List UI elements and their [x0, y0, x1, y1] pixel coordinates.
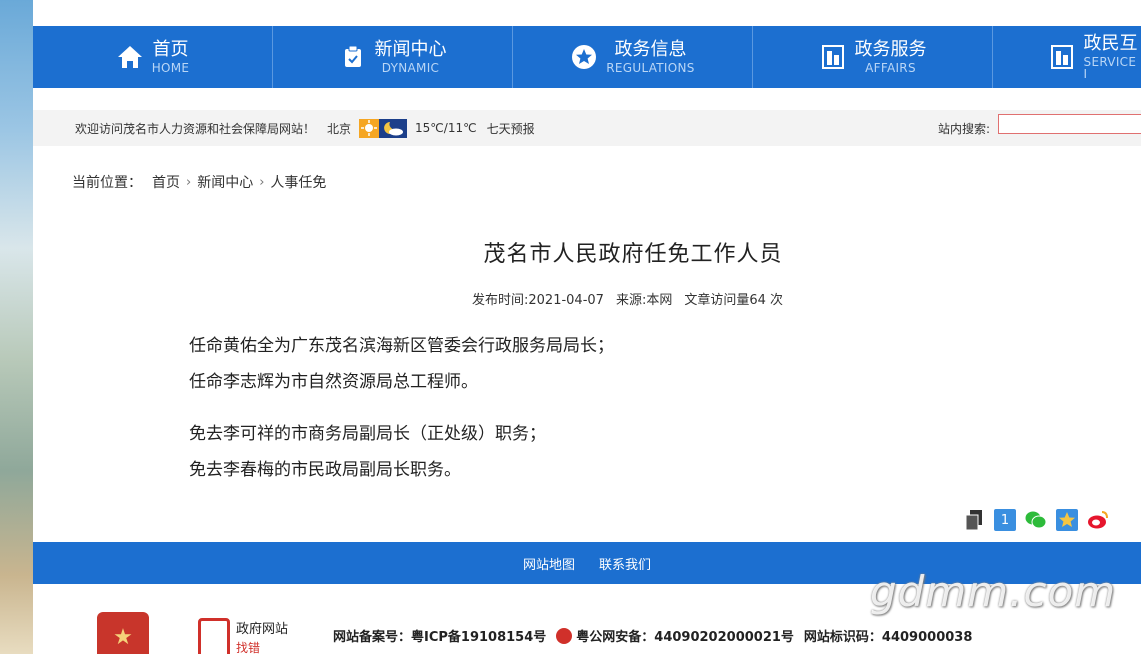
- nav-item-news[interactable]: 新闻中心 DYNAMIC: [273, 26, 513, 88]
- info-bar: 欢迎访问茂名市人力资源和社会保障局网站！ 北京 15℃/11℃ 七天预报 站内搜…: [33, 110, 1141, 146]
- breadcrumb: 当前位置： 首页 › 新闻中心 › 人事任免: [72, 172, 326, 192]
- article-source: 来源:本网: [615, 293, 673, 308]
- qzone-icon[interactable]: [1056, 509, 1078, 531]
- building-icon: [819, 43, 847, 71]
- weibo-icon[interactable]: [1087, 509, 1109, 531]
- star-icon: [570, 43, 598, 71]
- nav-item-service[interactable]: 政民互 SERVICE I: [993, 26, 1141, 88]
- main-nav: 首页 HOME 新闻中心 DYNAMIC 政务信息 REGULATIONS 政务…: [33, 26, 1141, 88]
- gov-site-label: 政府网站: [236, 622, 289, 637]
- emblem-icon: ★: [97, 612, 149, 654]
- share-bar: 1: [963, 509, 1118, 531]
- breadcrumb-label: 当前位置：: [72, 175, 142, 191]
- watermark: gdmm.com: [870, 567, 1117, 616]
- chevron-right-icon: ›: [186, 174, 192, 190]
- icp-number: 网站备案号：粤ICP备19108154号: [333, 630, 547, 645]
- footer-info: 网站备案号：粤ICP备19108154号 粤公网安备：4409020200002…: [333, 626, 982, 645]
- site-id: 网站标识码：4409000038: [803, 630, 973, 645]
- search-input[interactable]: [998, 114, 1141, 134]
- top-margin: [33, 0, 1141, 26]
- wechat-icon[interactable]: [1025, 509, 1047, 531]
- clipboard-icon: [339, 43, 367, 71]
- paragraph: 免去李春梅的市民政局副局长职务。: [189, 460, 461, 480]
- police-record: 粤公网安备：44090202000021号: [576, 630, 794, 645]
- welcome-text: 欢迎访问茂名市人力资源和社会保障局网站！: [75, 121, 316, 136]
- nav-item-regulations[interactable]: 政务信息 REGULATIONS: [513, 26, 753, 88]
- sun-icon: [359, 118, 380, 138]
- print-icon[interactable]: [963, 509, 985, 531]
- nav-item-home[interactable]: 首页 HOME: [33, 26, 273, 88]
- nav-label: 政民互 SERVICE I: [1083, 32, 1138, 81]
- forecast-link[interactable]: 七天预报: [487, 120, 535, 137]
- moon-cloud-icon: [379, 118, 408, 138]
- chevron-right-icon: ›: [259, 174, 265, 190]
- view-count: 文章访问量64 次: [684, 293, 784, 308]
- nav-label: 政务服务 AFFAIRS: [854, 38, 927, 75]
- background-decoration: [0, 0, 33, 654]
- breadcrumb-home[interactable]: 首页: [152, 172, 180, 192]
- gov-site-badge[interactable]: 政府网站 找错: [198, 618, 288, 654]
- publish-date: 发布时间:2021-04-07: [472, 293, 604, 308]
- find-error-label: 找错: [236, 641, 261, 654]
- nav-label: 新闻中心 DYNAMIC: [374, 38, 447, 75]
- nav-label: 政务信息 REGULATIONS: [606, 38, 695, 75]
- police-badge-icon: [556, 627, 573, 644]
- building-icon: [1049, 43, 1076, 71]
- baidu-icon[interactable]: 1: [994, 509, 1016, 531]
- search-icon: [198, 618, 230, 654]
- paragraph: 任命黄佑全为广东茂名滨海新区管委会行政服务局局长；: [189, 336, 614, 356]
- paragraph: 任命李志辉为市自然资源局总工程师。: [189, 372, 478, 392]
- home-icon: [116, 43, 144, 71]
- breadcrumb-current[interactable]: 人事任免: [270, 172, 326, 192]
- paragraph: 免去李可祥的市商务局副局长（正处级）职务；: [189, 424, 546, 444]
- page-title: 茂名市人民政府任免工作人员: [483, 242, 783, 267]
- article-meta: 发布时间:2021-04-07 来源:本网 文章访问量64 次: [472, 289, 795, 308]
- sitemap-link[interactable]: 网站地图: [523, 554, 575, 573]
- contact-link[interactable]: 联系我们: [599, 554, 651, 573]
- weather-city: 北京: [327, 121, 352, 136]
- nav-item-affairs[interactable]: 政务服务 AFFAIRS: [753, 26, 993, 88]
- weather-temp: 15℃/11℃: [415, 121, 477, 135]
- weather-icons: [359, 118, 408, 138]
- breadcrumb-news[interactable]: 新闻中心: [197, 172, 253, 192]
- search-label: 站内搜索:: [938, 122, 991, 136]
- nav-label: 首页 HOME: [151, 38, 190, 75]
- article-content: 任命黄佑全为广东茂名滨海新区管委会行政服务局局长； 任命李志辉为市自然资源局总工…: [189, 333, 614, 493]
